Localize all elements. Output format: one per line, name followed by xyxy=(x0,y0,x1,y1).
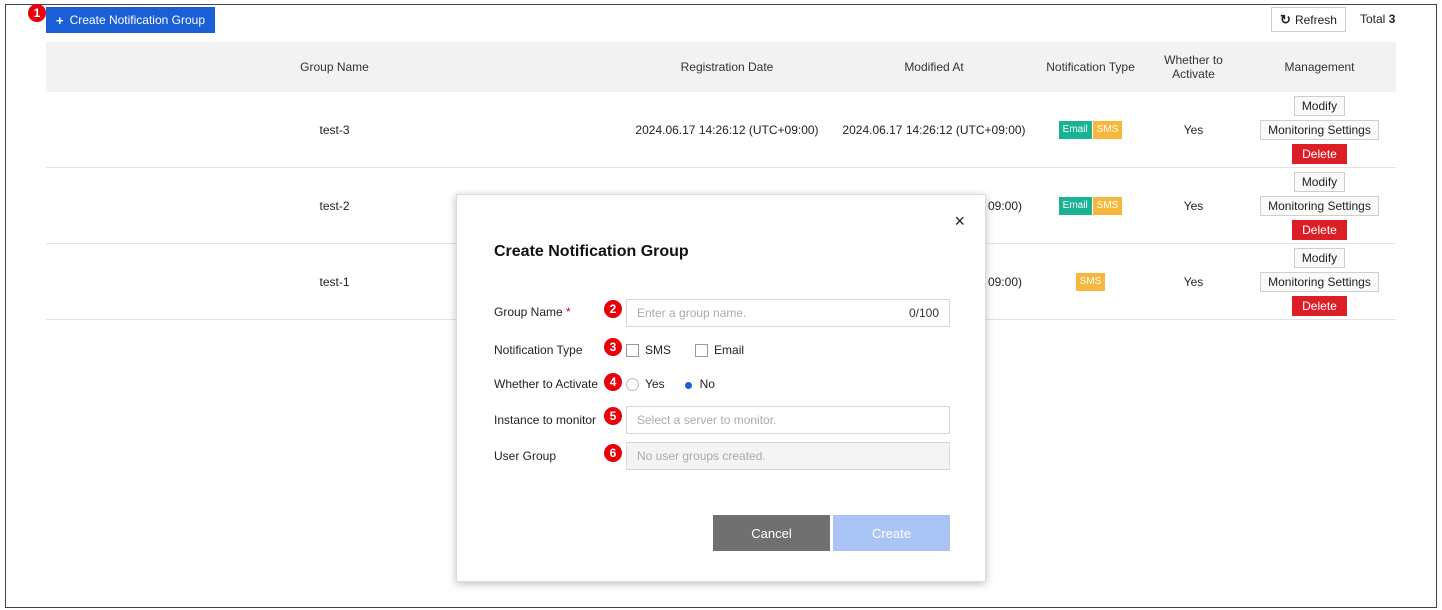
create-button[interactable]: Create xyxy=(833,515,950,551)
yes-radio-label[interactable]: Yes xyxy=(645,377,665,391)
no-radio[interactable] xyxy=(680,377,694,391)
modify-button[interactable]: Modify xyxy=(1293,247,1346,268)
instance-row: Instance to monitor xyxy=(494,413,600,427)
callout-marker: 4 xyxy=(604,373,622,391)
activate-label: Whether to Activate xyxy=(494,377,599,391)
sms-badge: SMS xyxy=(1075,272,1106,291)
group-name-row: Group Name * xyxy=(494,305,600,319)
cell-group-name[interactable]: test-3 xyxy=(46,92,623,167)
email-badge: Email xyxy=(1058,196,1092,215)
create-notification-group-button[interactable]: + Create Notification Group xyxy=(46,7,215,33)
email-badge: Email xyxy=(1058,120,1092,139)
sms-checkbox[interactable] xyxy=(626,343,639,357)
cell-management: Modify Monitoring Settings Delete xyxy=(1243,168,1396,243)
delete-button[interactable]: Delete xyxy=(1292,219,1347,240)
user-group-label: User Group xyxy=(494,449,557,463)
cell-activate: Yes xyxy=(1183,198,1204,213)
cell-notification-type: SMS xyxy=(1037,244,1144,319)
instance-label: Instance to monitor xyxy=(494,413,597,427)
monitoring-settings-button[interactable]: Monitoring Settings xyxy=(1260,119,1379,140)
user-group-select: No user groups created. xyxy=(626,442,950,470)
create-button-label: Create Notification Group xyxy=(69,13,205,27)
activate-row: Whether to Activate xyxy=(494,377,600,391)
refresh-label: Refresh xyxy=(1294,12,1337,27)
activate-options: Yes No xyxy=(626,377,715,391)
total-count: Total 3 xyxy=(1360,12,1395,26)
group-name-input[interactable]: Enter a group name. 0/100 xyxy=(626,299,950,327)
cancel-button[interactable]: Cancel xyxy=(713,515,830,551)
table-row: test-3 2024.06.17 14:26:12 (UTC+09:00) 2… xyxy=(46,92,1396,168)
delete-button[interactable]: Delete xyxy=(1292,295,1347,316)
delete-button[interactable]: Delete xyxy=(1292,143,1347,164)
cell-activate: Yes xyxy=(1183,274,1204,289)
header-registration-date[interactable]: Registration Date xyxy=(623,42,831,92)
dialog-title: Create Notification Group xyxy=(494,243,689,260)
sms-checkbox-label[interactable]: SMS xyxy=(645,343,671,357)
group-name-placeholder: Enter a group name. xyxy=(637,306,747,320)
callout-marker: 2 xyxy=(604,300,622,318)
plus-icon: + xyxy=(56,12,64,28)
required-mark: * xyxy=(566,305,571,319)
header-notification-type[interactable]: Notification Type xyxy=(1037,42,1144,92)
instance-placeholder: Select a server to monitor. xyxy=(637,413,777,427)
notification-type-label: Notification Type xyxy=(494,343,583,357)
modify-button[interactable]: Modify xyxy=(1293,171,1346,192)
close-icon[interactable]: × xyxy=(954,211,965,232)
monitoring-settings-button[interactable]: Monitoring Settings xyxy=(1260,195,1379,216)
modify-button[interactable]: Modify xyxy=(1293,95,1346,116)
email-checkbox-label[interactable]: Email xyxy=(714,343,744,357)
create-notification-group-dialog: × Create Notification Group Group Name *… xyxy=(456,194,986,582)
cell-management: Modify Monitoring Settings Delete xyxy=(1243,92,1396,167)
sms-badge: SMS xyxy=(1092,120,1123,139)
group-name-counter: 0/100 xyxy=(908,306,939,320)
cell-notification-type: Email SMS xyxy=(1037,92,1144,167)
email-checkbox[interactable] xyxy=(695,343,709,357)
monitoring-settings-button[interactable]: Monitoring Settings xyxy=(1260,271,1379,292)
refresh-button[interactable]: ↻ Refresh xyxy=(1271,7,1346,32)
no-radio-label[interactable]: No xyxy=(700,377,715,391)
callout-marker: 3 xyxy=(604,338,622,356)
cell-activate: Yes xyxy=(1183,122,1204,137)
group-name-label-text: Group Name xyxy=(494,305,563,319)
table-header: Group Name Registration Date Modified At… xyxy=(46,42,1396,92)
callout-marker: 1 xyxy=(28,4,46,22)
notification-type-options: SMS Email xyxy=(626,343,744,357)
callout-marker: 5 xyxy=(604,407,622,425)
header-management: Management xyxy=(1284,60,1355,74)
user-group-row: User Group xyxy=(494,449,600,463)
header-whether-to-activate[interactable]: Whether to Activate xyxy=(1144,42,1243,92)
callout-marker: 6 xyxy=(604,444,622,462)
notification-type-row: Notification Type xyxy=(494,343,600,357)
cell-notification-type: Email SMS xyxy=(1037,168,1144,243)
sms-badge: SMS xyxy=(1092,196,1123,215)
header-group-name[interactable]: Group Name xyxy=(46,42,623,92)
instance-select[interactable]: Select a server to monitor. xyxy=(626,406,950,434)
header-modified-at[interactable]: Modified At xyxy=(831,42,1037,92)
user-group-placeholder: No user groups created. xyxy=(637,449,766,463)
cell-registration-date: 2024.06.17 14:26:12 (UTC+09:00) xyxy=(635,122,819,137)
total-value: 3 xyxy=(1388,12,1396,26)
group-name-label: Group Name * xyxy=(494,305,600,319)
cell-modified-at: 2024.06.17 14:26:12 (UTC+09:00) xyxy=(842,122,1026,137)
total-label: Total xyxy=(1360,12,1386,26)
refresh-icon: ↻ xyxy=(1280,11,1291,27)
yes-radio[interactable] xyxy=(626,377,639,391)
cell-management: Modify Monitoring Settings Delete xyxy=(1243,244,1396,319)
